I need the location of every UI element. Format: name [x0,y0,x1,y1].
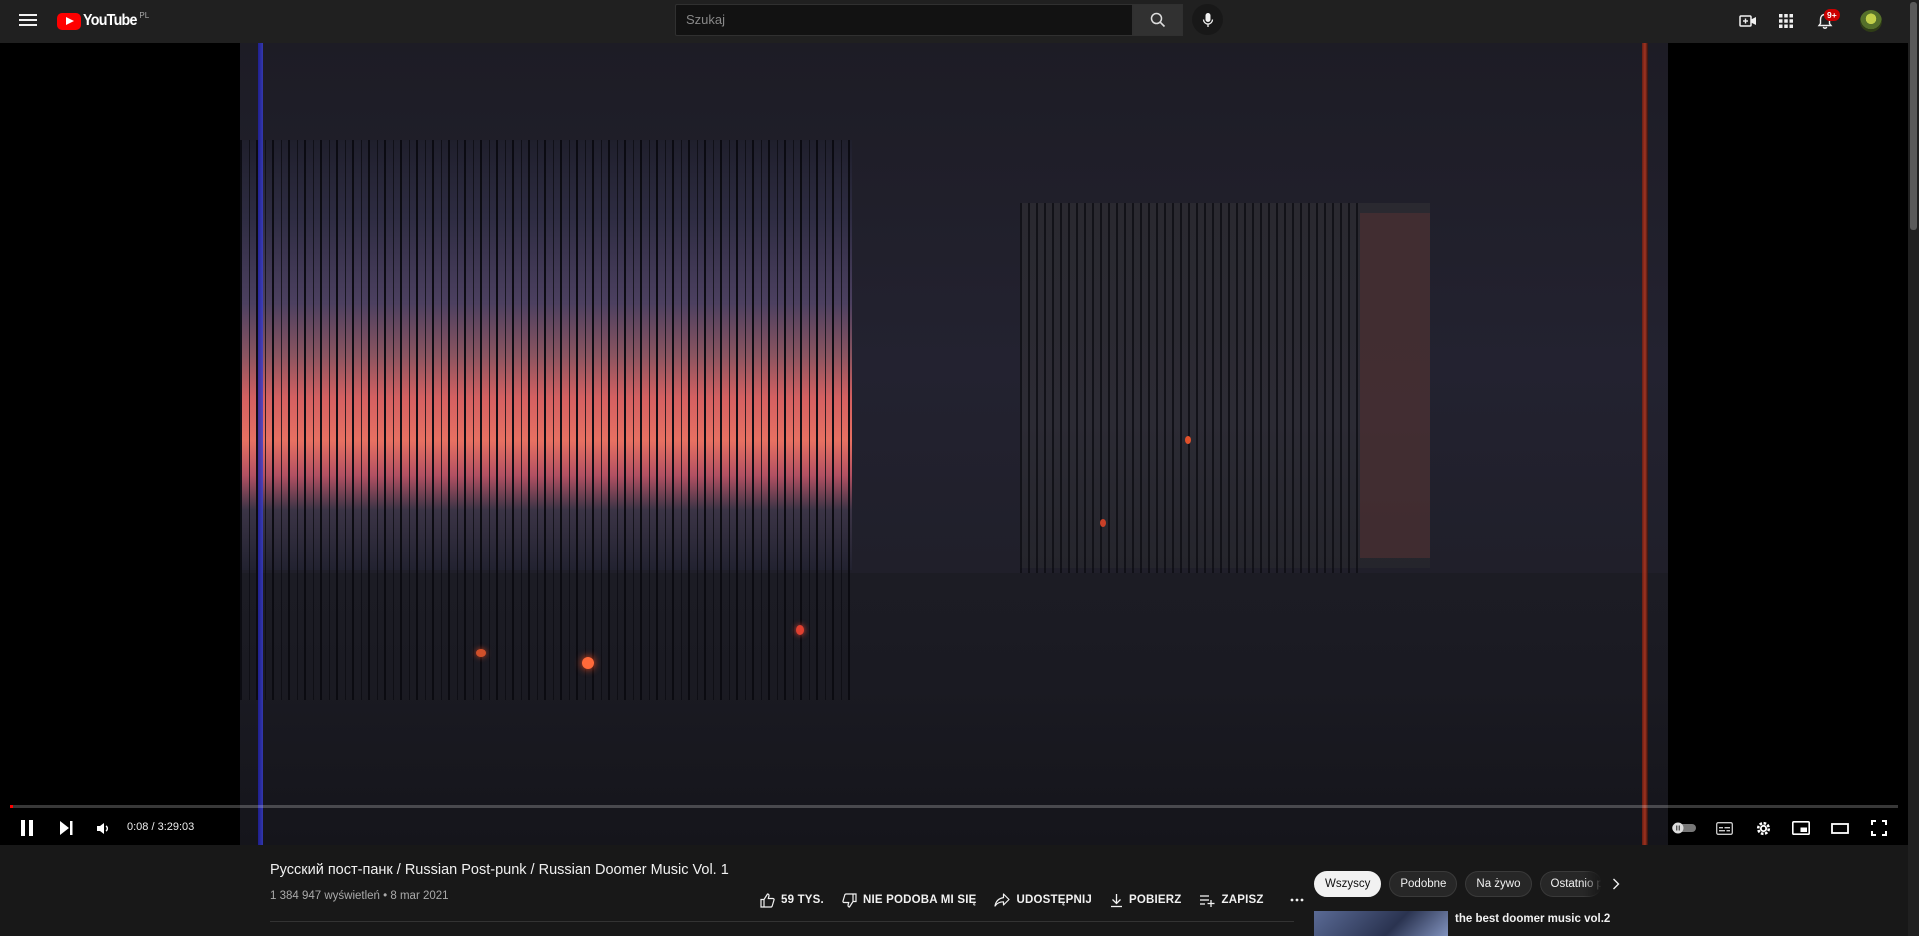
share-label: UDOSTĘPNIJ [1016,894,1092,906]
download-icon [1110,893,1122,907]
recommendation-channel [1455,929,1535,936]
progress-bar[interactable] [10,805,1898,808]
video-scene-string-curtain-right [1020,203,1360,573]
video-scene-light [476,649,486,657]
search-icon [1150,12,1166,28]
page-scrollbar[interactable] [1908,0,1919,936]
recommendation-title[interactable]: the best doomer music vol.2 [1455,913,1610,925]
volume-icon [96,822,108,834]
video-camera-plus-icon [1739,15,1756,27]
video-frame [240,43,1668,845]
video-scene-light [582,657,594,669]
masthead: YouTube PL Szukaj 9+ [0,0,1908,43]
video-edge-artifact-blue [258,43,263,845]
save-button[interactable]: ZAPISZ [1199,894,1263,907]
miniplayer-button[interactable] [1790,811,1812,845]
notification-count-badge: 9+ [1824,9,1840,21]
search-input[interactable]: Szukaj [675,4,1133,36]
create-video-button[interactable] [1737,10,1759,32]
thumbs-down-icon [842,892,857,908]
save-label: ZAPISZ [1221,894,1264,906]
video-views-date: 1 384 947 wyświetleń • 8 mar 2021 [270,890,449,902]
fullscreen-icon [1871,820,1887,836]
video-scene-light [1185,436,1191,444]
pause-button[interactable] [16,811,38,845]
video-scene-light [1100,519,1106,527]
playlist-add-icon [1200,894,1215,907]
search-button[interactable] [1133,4,1183,36]
voice-search-button[interactable] [1192,4,1223,35]
mute-button[interactable] [92,811,114,845]
thumbs-up-icon [760,892,775,908]
chip-live[interactable]: Na żywo [1465,871,1532,897]
pause-icon [21,820,33,836]
download-label: POBIERZ [1128,894,1182,906]
youtube-logo[interactable]: YouTube PL [57,10,149,32]
autoplay-toggle-icon [1672,822,1696,834]
video-scene-string-curtain [240,140,852,700]
apps-button[interactable] [1775,10,1797,32]
section-divider [270,921,1294,922]
scrollbar-thumb[interactable] [1910,2,1917,230]
download-button[interactable]: POBIERZ [1110,893,1182,908]
share-icon [994,893,1011,907]
logo-text: YouTube [83,12,137,29]
fullscreen-button[interactable] [1868,811,1890,845]
avatar[interactable] [1860,10,1882,32]
chips-next-button[interactable] [1608,876,1624,892]
microphone-icon [1202,12,1213,27]
subtitles-icon [1715,821,1733,835]
next-button[interactable] [55,811,77,845]
chip-related[interactable]: Podobne [1389,871,1458,897]
settings-button[interactable] [1752,811,1774,845]
gear-icon [1756,821,1770,835]
recommendation-thumbnail[interactable] [1314,911,1448,936]
more-actions-button[interactable] [1290,898,1310,902]
skip-next-icon [60,821,73,835]
chevron-right-icon [1613,878,1620,890]
subtitles-button[interactable] [1713,811,1735,845]
progress-bar-fill [10,805,13,808]
theater-mode-icon [1831,822,1849,834]
video-scene-light [796,625,804,635]
chip-all[interactable]: Wszyscy [1314,871,1382,897]
video-edge-artifact-red [1642,43,1648,845]
chip-recently-uploaded[interactable]: Ostatnio przesłane [1539,871,1602,897]
dislike-button[interactable]: NIE PODOBA MI SIĘ [842,892,977,908]
youtube-play-logo-icon [57,12,81,30]
miniplayer-icon [1792,821,1810,835]
theater-mode-button[interactable] [1829,811,1851,845]
video-title: Русский пост-панк / Russian Post-punk / … [270,862,729,878]
like-count: 59 TYS. [781,894,824,906]
share-button[interactable]: UDOSTĘPNIJ [994,893,1092,907]
autoplay-toggle[interactable] [1670,811,1698,845]
menu-icon[interactable] [18,11,38,31]
time-display: 0:08 / 3:29:03 [127,821,195,833]
like-button[interactable]: 59 TYS. [760,892,824,908]
video-player[interactable]: 0:08 / 3:29:03 [0,43,1908,845]
apps-grid-icon [1779,14,1793,28]
country-code: PL [139,10,150,20]
video-actions: 59 TYS. NIE PODOBA MI SIĘ UDOSTĘPNIJ POB… [760,890,1328,910]
player-controls: 0:08 / 3:29:03 [0,811,1908,845]
dislike-label: NIE PODOBA MI SIĘ [862,894,977,906]
recommendation-filter-chips: Wszyscy Podobne Na żywo Ostatnio przesła… [1314,871,1610,897]
more-horizontal-icon [1290,898,1303,902]
